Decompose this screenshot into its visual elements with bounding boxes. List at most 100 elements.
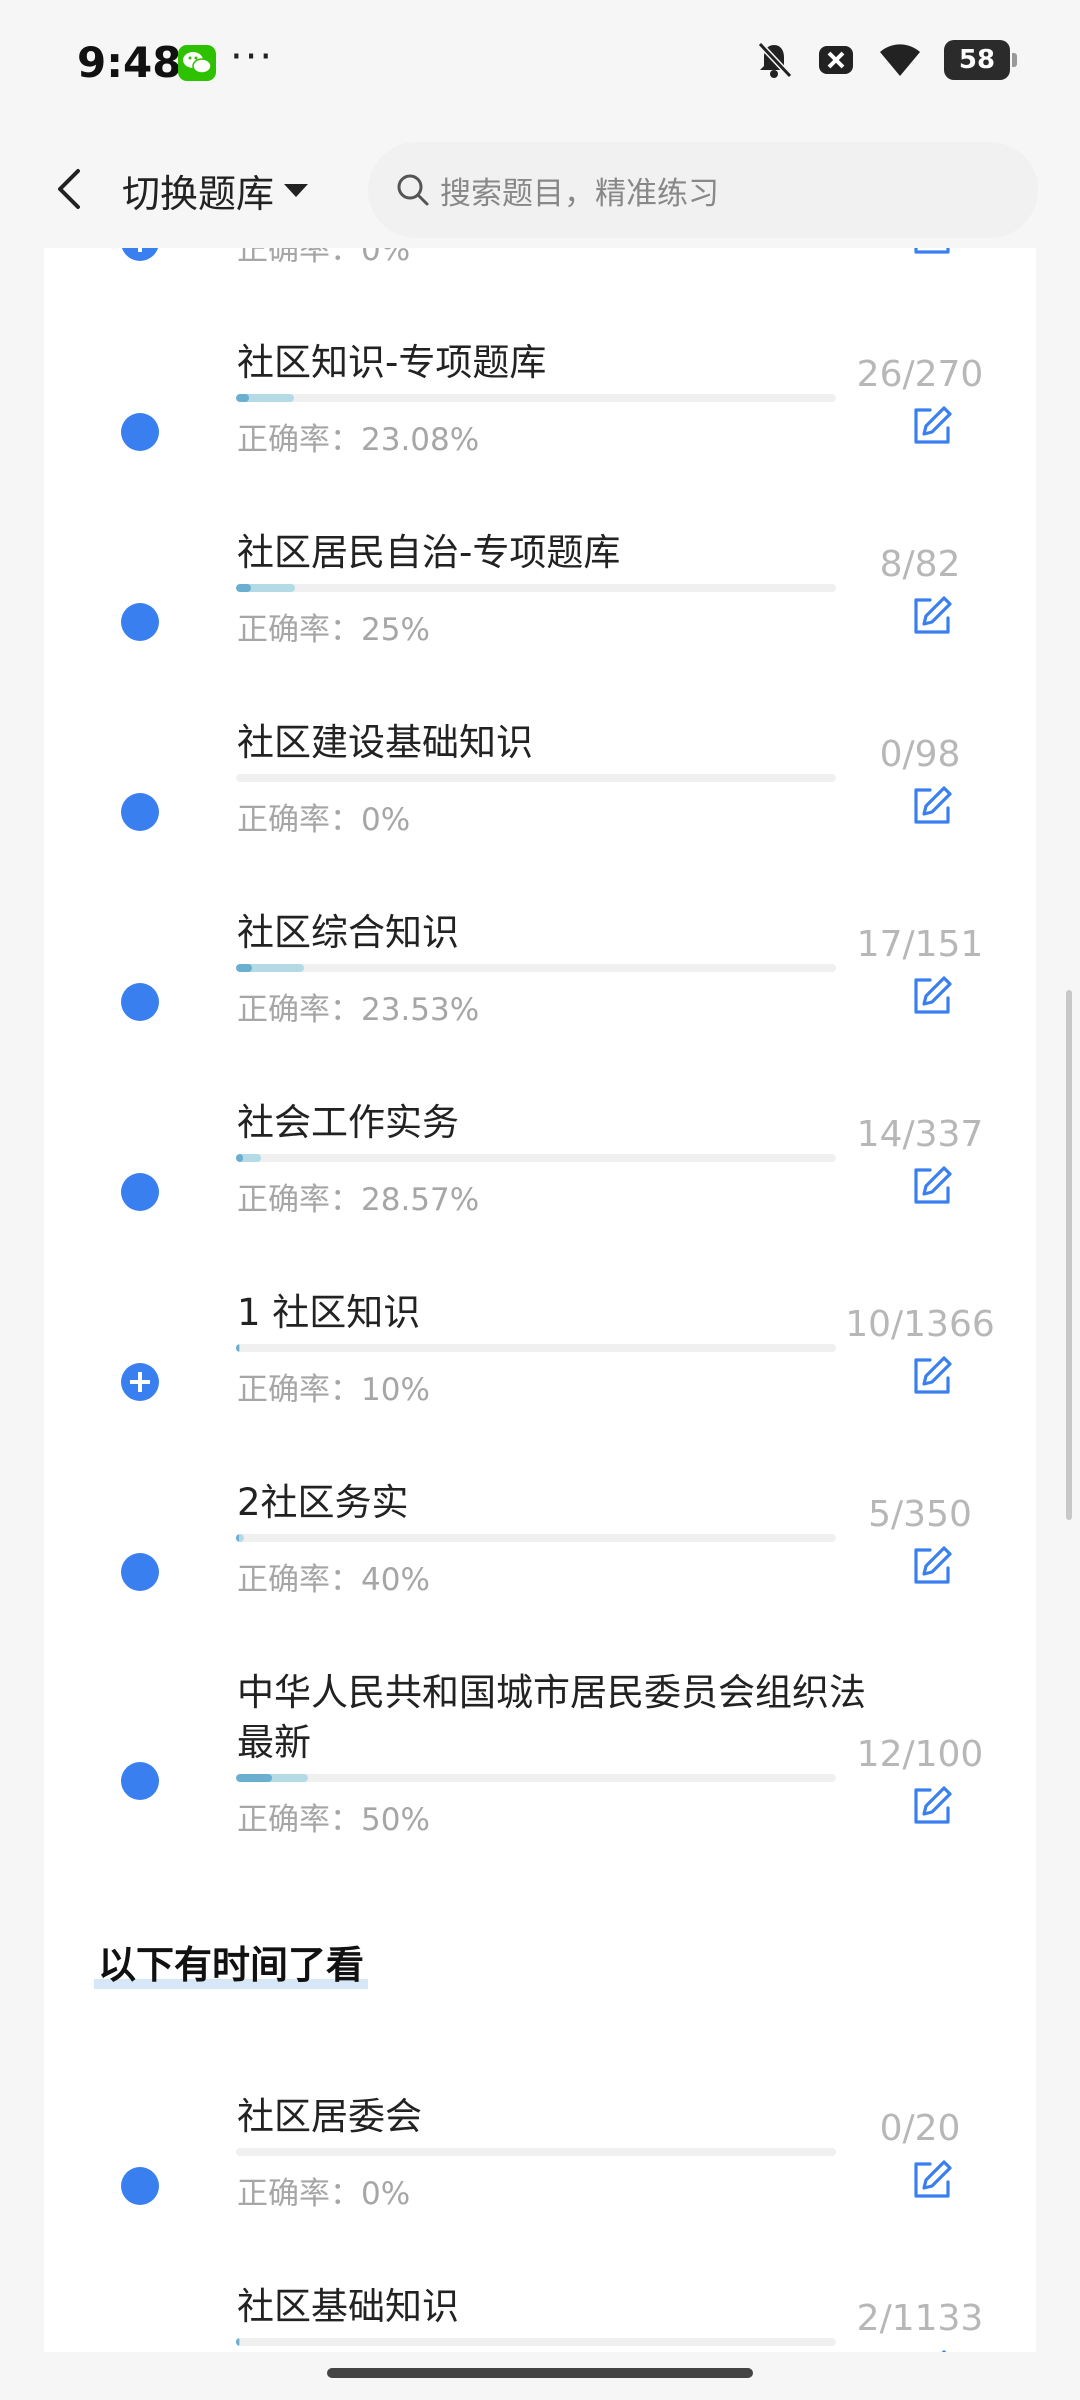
edit-practice-icon[interactable] [910, 1544, 954, 1588]
status-icons: 58 [754, 40, 1017, 80]
question-bank-row[interactable]: 社区建设基础知识正确率：0% 0/98 [44, 700, 1036, 890]
accuracy-rate: 正确率：0% [237, 2168, 410, 2213]
accuracy-value: 0% [361, 248, 411, 268]
bank-title: 社区知识-专项题库 [237, 341, 547, 384]
progress-count: 14/337 [856, 1114, 984, 1155]
question-bank-row[interactable]: 社区知识-专项题库 正确率：23.08% 26/270 [44, 320, 1036, 510]
bank-title: 2社区务实 [237, 1481, 409, 1524]
section-title: 以下有时间了看 [94, 1934, 369, 1989]
search-placeholder: 搜索题目，精准练习 [440, 175, 719, 212]
progress-bar [236, 1344, 836, 1352]
bank-title: 中华人民共和国城市居民委员会组织法 最新 [237, 1671, 866, 1764]
edit-practice-icon[interactable] [910, 1164, 954, 1208]
question-bank-row[interactable]: 中华人民共和国城市居民委员会组织法 最新 正确率：50% 12/100 [44, 1650, 1036, 1880]
progress-bar [236, 774, 836, 782]
status-bar: 9:48 ··· 58 [0, 0, 1080, 130]
progress-bar [236, 2338, 836, 2346]
accuracy-label: 正确率： [237, 422, 361, 458]
accuracy-rate: 正确率：28.57% [237, 1174, 479, 1219]
progress-count: 26/270 [856, 354, 984, 395]
question-bank-row[interactable]: 社区居委会 正确率：0% 0/20 [44, 2074, 1036, 2264]
accuracy-label: 正确率： [237, 1182, 361, 1218]
search-icon [397, 174, 429, 206]
progress-count: 0/20 [879, 2108, 961, 2149]
progress-count: 8/82 [879, 544, 961, 585]
question-bank-row[interactable]: 社区基础知识 2/1133 [44, 2264, 1036, 2352]
bank-title: 社区综合知识 [237, 911, 459, 954]
status-dot-icon [121, 2167, 159, 2205]
progress-correct-fill [236, 584, 251, 592]
progress-correct-fill [236, 1534, 240, 1542]
status-dot-icon [121, 793, 159, 831]
progress-correct-fill [236, 2338, 239, 2346]
bank-title: 社会工作实务 [237, 1101, 459, 1144]
progress-bar [236, 1154, 836, 1162]
accuracy-rate: 正确率：50% [237, 1794, 430, 1839]
status-dot-icon [121, 1173, 159, 1211]
accuracy-value: 28.57% [361, 1182, 480, 1218]
progress-correct-fill [236, 394, 250, 402]
bank-title: 社区建设基础知识 [237, 721, 533, 764]
search-input[interactable]: 搜索题目，精准练习 [368, 142, 1038, 238]
edit-practice-icon[interactable] [910, 1784, 954, 1828]
progress-bar [236, 1534, 836, 1542]
back-button[interactable] [44, 156, 94, 222]
edit-practice-icon[interactable] [910, 784, 954, 828]
edit-practice-icon[interactable] [910, 248, 954, 258]
question-bank-row[interactable]: 1 社区知识 正确率：10% 10/1366 [44, 1270, 1036, 1460]
wechat-notification-icon [178, 45, 216, 81]
accuracy-value: 23.53% [361, 992, 480, 1028]
scrollbar[interactable] [1066, 990, 1072, 1520]
accuracy-rate: 正确率：40% [237, 1554, 430, 1599]
progress-bar [236, 964, 836, 972]
header: 切换题库 搜索题目，精准练习 [0, 130, 1080, 248]
home-indicator[interactable] [327, 2368, 753, 2378]
status-dot-icon [121, 603, 159, 641]
accuracy-label: 正确率： [237, 802, 361, 838]
edit-practice-icon[interactable] [910, 2158, 954, 2202]
progress-count: 10/1366 [845, 1304, 995, 1345]
question-bank-row[interactable]: 社区综合知识 正确率：23.53% 17/151 [44, 890, 1036, 1080]
question-bank-row[interactable]: 社区居民自治-专项题库 正确率：25% 8/82 [44, 510, 1036, 700]
accuracy-rate: 正确率：25% [237, 604, 430, 649]
battery-indicator: 58 [944, 40, 1017, 80]
question-bank-row[interactable]: 2社区务实 正确率：40% 5/350 [44, 1460, 1036, 1650]
progress-correct-fill [236, 1344, 239, 1352]
status-dot-icon [121, 1553, 159, 1591]
accuracy-rate: 正确率：0% [237, 248, 410, 269]
edit-practice-icon[interactable] [910, 594, 954, 638]
accuracy-label: 正确率： [237, 1562, 361, 1598]
progress-count: 0/98 [879, 734, 961, 775]
accuracy-rate: 正确率：10% [237, 1364, 430, 1409]
edit-practice-icon[interactable] [910, 1354, 954, 1398]
accuracy-label: 正确率： [237, 992, 361, 1028]
accuracy-value: 40% [361, 1562, 430, 1598]
progress-bar [236, 1774, 836, 1782]
accuracy-value: 50% [361, 1802, 430, 1838]
accuracy-rate: 正确率：23.08% [237, 414, 479, 459]
accuracy-label: 正确率： [237, 1372, 361, 1408]
edit-practice-icon[interactable] [910, 404, 954, 448]
question-bank-row[interactable]: 社会工作实务 正确率：28.57% 14/337 [44, 1080, 1036, 1270]
progress-bar [236, 394, 836, 402]
progress-correct-fill [236, 1774, 272, 1782]
accuracy-rate: 正确率：23.53% [237, 984, 479, 1029]
add-circle-icon[interactable] [121, 1363, 159, 1401]
accuracy-value: 10% [361, 1372, 430, 1408]
bank-title: 社区居民自治-专项题库 [237, 531, 621, 574]
switch-bank-label: 切换题库 [122, 171, 275, 216]
accuracy-value: 0% [361, 802, 411, 838]
question-bank-row[interactable]: 正确率：0% [44, 248, 1036, 320]
progress-bar [236, 584, 836, 592]
edit-practice-icon[interactable] [910, 974, 954, 1018]
edit-practice-icon[interactable] [910, 2348, 954, 2352]
accuracy-label: 正确率： [237, 1802, 361, 1838]
accuracy-value: 25% [361, 612, 430, 648]
progress-correct-fill [236, 1154, 244, 1162]
accuracy-label: 正确率： [237, 248, 361, 268]
accuracy-value: 23.08% [361, 422, 480, 458]
switch-question-bank-button[interactable]: 切换题库 [122, 158, 309, 222]
no-sim-icon [819, 46, 853, 74]
status-dot-icon [121, 413, 159, 451]
add-circle-icon[interactable] [121, 248, 159, 261]
